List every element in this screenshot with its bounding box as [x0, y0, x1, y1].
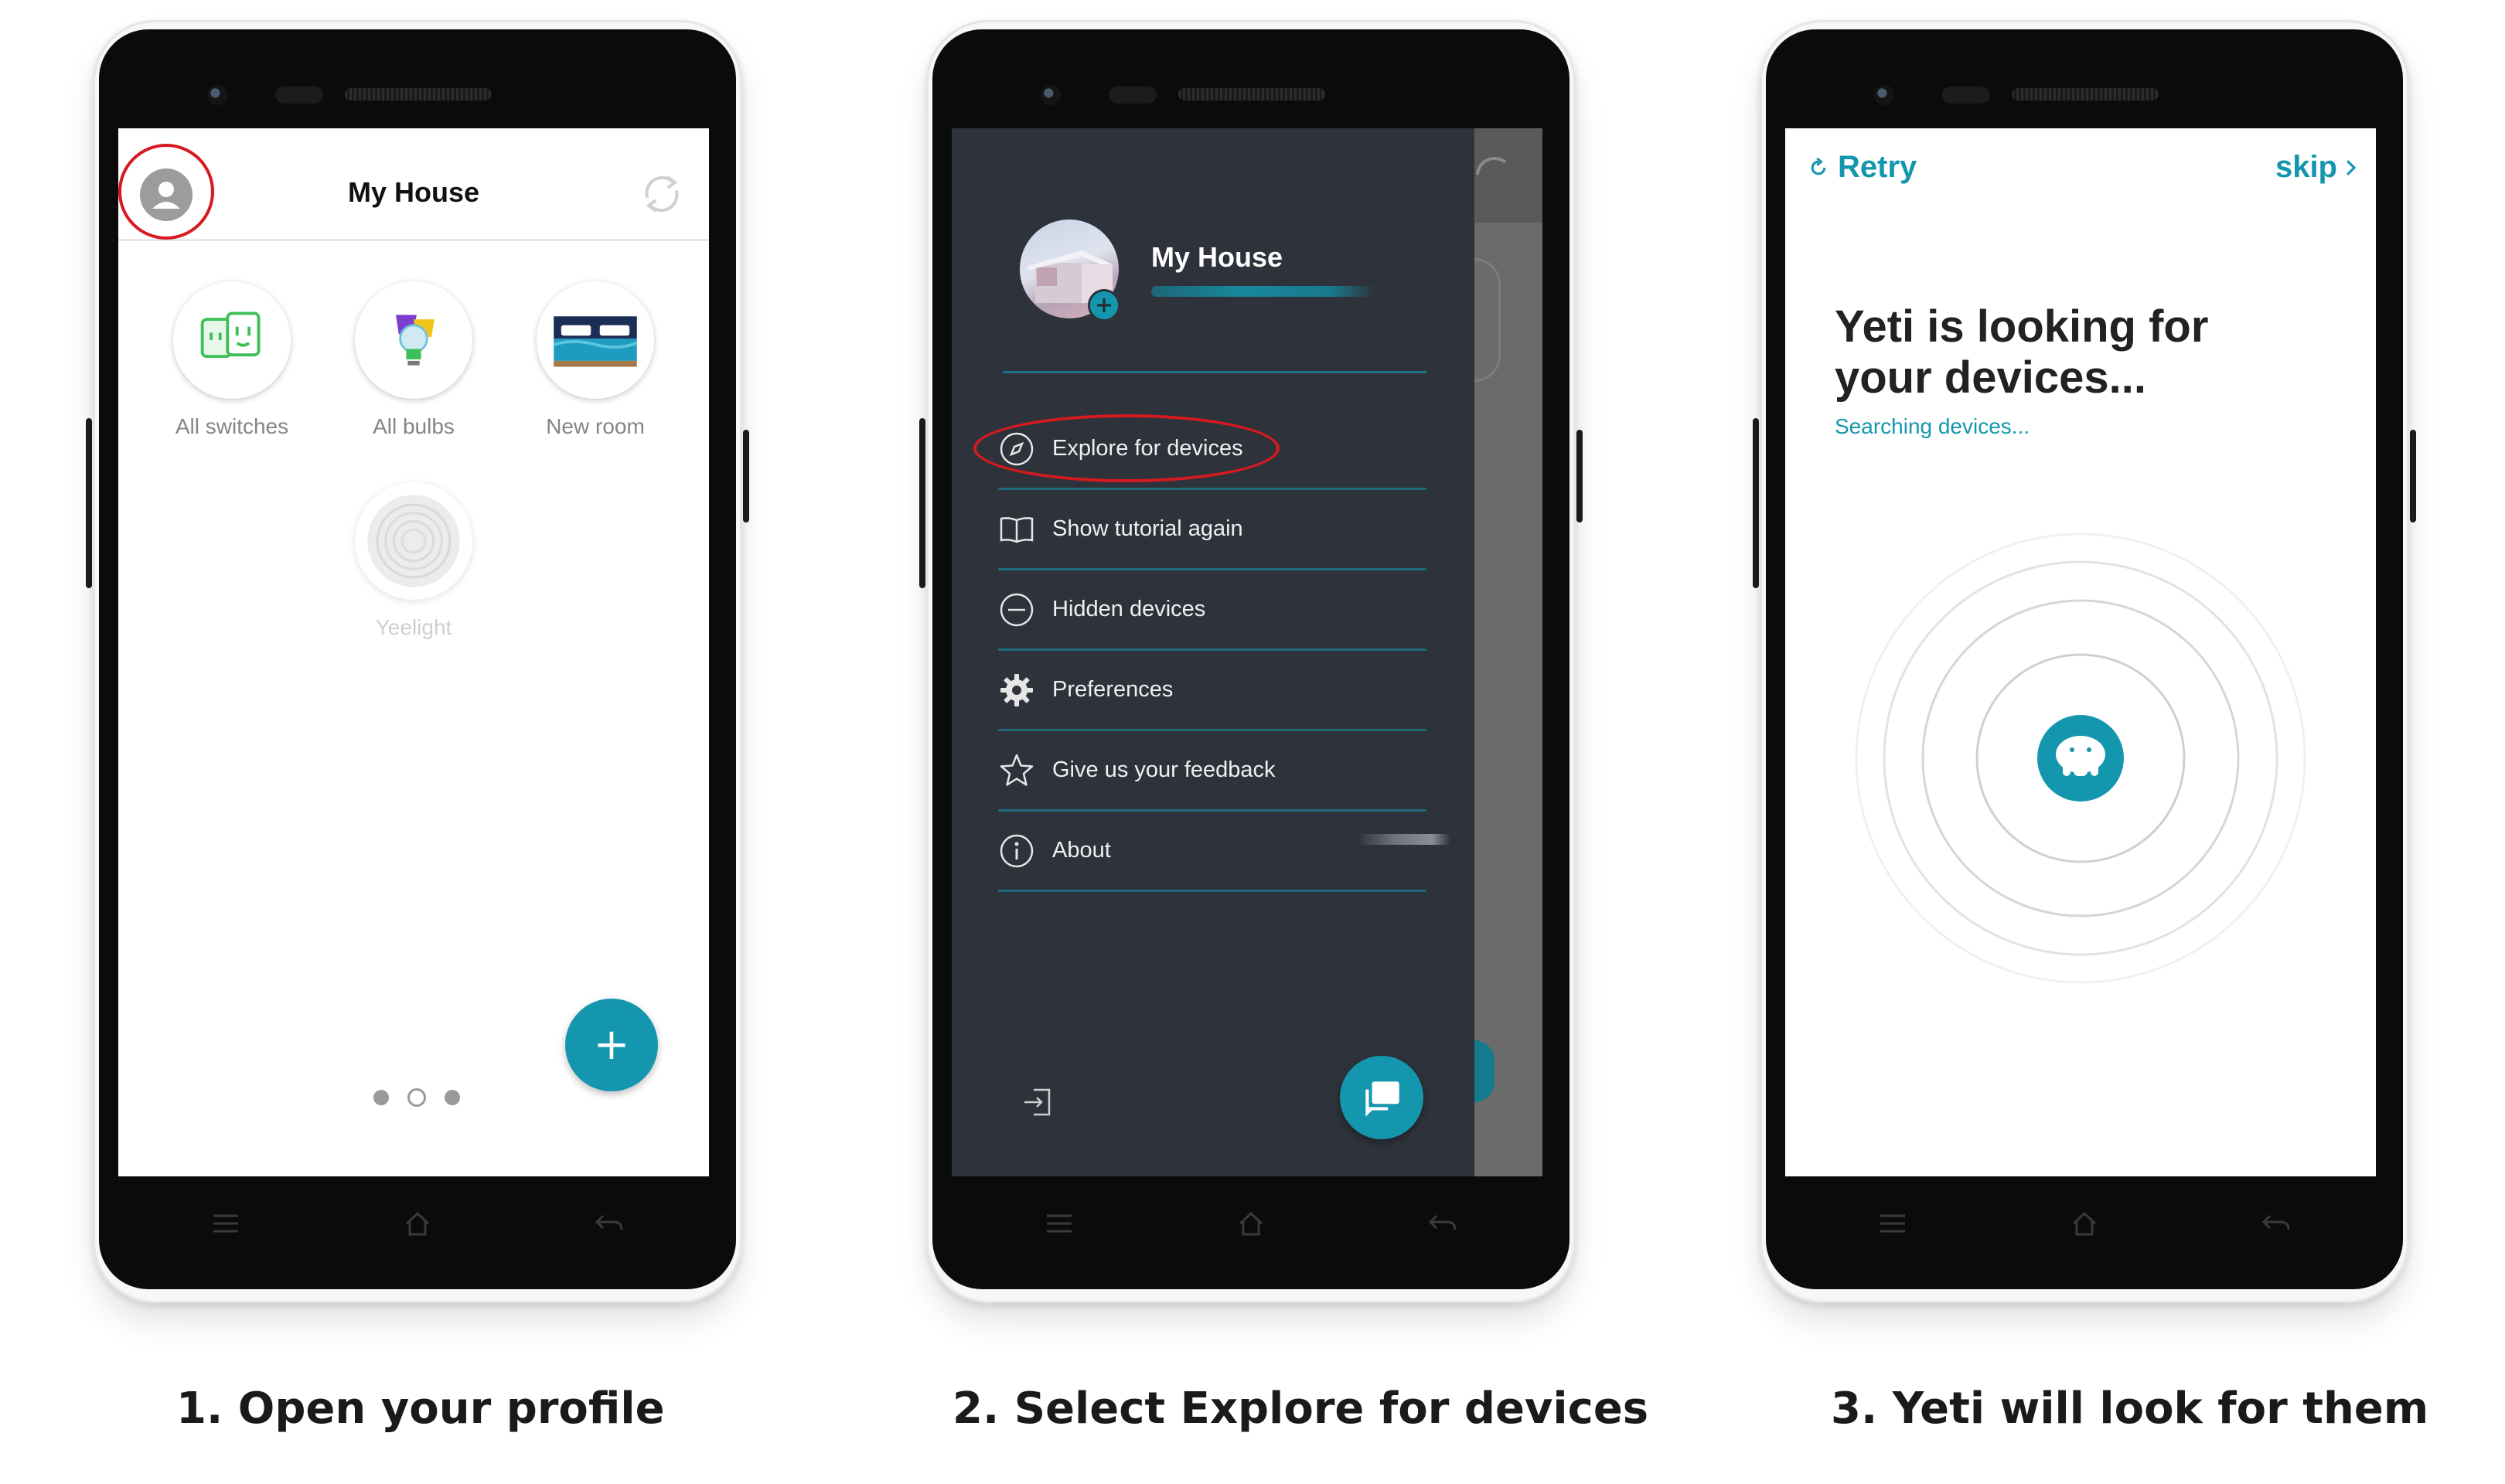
earpiece-speaker — [345, 88, 492, 100]
tile-yeelight[interactable]: Yeelight — [336, 482, 491, 640]
logout-icon[interactable] — [1020, 1084, 1057, 1121]
minus-circle-icon — [1000, 593, 1034, 626]
sync-icon — [1476, 156, 1507, 175]
skip-button[interactable]: skip — [2275, 150, 2357, 185]
tile-label: New room — [546, 414, 645, 438]
skip-label: skip — [2275, 150, 2337, 184]
bulb-icon — [395, 315, 435, 366]
searching-status: Searching devices... — [1835, 414, 2030, 438]
home-icon[interactable] — [400, 1210, 435, 1237]
caption-step-2: 2. Select Explore for devices — [953, 1384, 1649, 1434]
retry-button[interactable]: Retry — [1808, 150, 1917, 185]
switch-icon — [200, 311, 261, 359]
gear-icon — [1000, 673, 1033, 706]
front-camera — [207, 85, 227, 105]
menu-feedback[interactable]: Give us your feedback — [998, 731, 1426, 812]
menu-icon[interactable] — [1042, 1210, 1076, 1237]
plus-icon — [1097, 298, 1111, 312]
redacted-email — [1151, 286, 1375, 297]
menu-show-tutorial[interactable]: Show tutorial again — [998, 490, 1426, 570]
menu-about[interactable]: About — [998, 812, 1426, 892]
page-dot[interactable] — [445, 1090, 460, 1105]
divider — [1003, 371, 1426, 373]
add-fab-button[interactable]: + — [565, 999, 658, 1091]
caption-step-3: 3. Yeti will look for them — [1831, 1384, 2429, 1434]
book-icon — [1000, 516, 1034, 543]
screen-searching: Retry skip Yeti is looking for your devi… — [1785, 128, 2376, 1176]
menu-icon[interactable] — [209, 1210, 243, 1237]
menu-label: Preferences — [1052, 677, 1174, 702]
volume-button — [86, 418, 92, 588]
yeti-icon — [2056, 736, 2105, 776]
highlight-oval — [973, 414, 1280, 482]
volume-button — [1753, 418, 1759, 588]
front-camera — [1041, 85, 1061, 105]
menu-icon[interactable] — [1876, 1210, 1910, 1237]
back-icon[interactable] — [1426, 1210, 1460, 1237]
screen-profile-drawer: My House Explore for devices Show tutori… — [952, 128, 1542, 1176]
page-dot-active[interactable] — [407, 1088, 426, 1107]
retry-label: Retry — [1838, 150, 1917, 184]
app-header: My House — [118, 128, 709, 241]
navigation-drawer: My House Explore for devices Show tutori… — [952, 128, 1474, 1176]
page-title: My House — [347, 176, 480, 208]
phone-frame-3: Retry skip Yeti is looking for your devi… — [1753, 20, 2416, 1303]
sync-icon[interactable] — [636, 168, 687, 220]
radar-animation — [1855, 533, 2306, 984]
menu-hidden-devices[interactable]: Hidden devices — [998, 570, 1426, 651]
tile-all-bulbs[interactable]: All bulbs — [336, 281, 491, 439]
proximity-sensor — [1942, 87, 1990, 104]
tile-all-switches[interactable]: All switches — [155, 281, 309, 439]
home-icon[interactable] — [2067, 1210, 2101, 1237]
tile-new-room[interactable]: New room — [518, 281, 673, 439]
android-navbar — [1876, 1204, 2293, 1243]
info-icon — [1000, 834, 1034, 867]
bed-icon — [553, 316, 638, 367]
menu-label: Hidden devices — [1052, 597, 1206, 621]
refresh-icon — [1811, 157, 1826, 175]
menu-label: Show tutorial again — [1052, 516, 1243, 541]
home-icon[interactable] — [1234, 1210, 1268, 1237]
house-name: My House — [1151, 241, 1283, 273]
proximity-sensor — [275, 87, 323, 104]
caption-step-1: 1. Open your profile — [176, 1384, 665, 1434]
earpiece-speaker — [2012, 88, 2159, 100]
front-camera — [1874, 85, 1894, 105]
menu-label: Give us your feedback — [1052, 757, 1276, 782]
dimmed-background[interactable] — [1474, 128, 1542, 1176]
chevron-right-icon — [2347, 159, 2357, 175]
back-icon[interactable] — [2259, 1210, 2293, 1237]
screen-my-house: My House All switches All bulbs New room… — [118, 128, 709, 1176]
plus-icon: + — [593, 1019, 630, 1070]
redacted-version — [1358, 834, 1450, 845]
add-photo-button[interactable] — [1088, 289, 1120, 322]
power-button — [2410, 430, 2416, 522]
tile-label: All switches — [175, 414, 289, 438]
page-indicator — [373, 1088, 460, 1107]
android-navbar — [209, 1204, 626, 1243]
page-dot[interactable] — [373, 1090, 389, 1105]
back-icon[interactable] — [592, 1210, 626, 1237]
yeelight-icon — [367, 495, 460, 587]
tile-label: All bulbs — [373, 414, 455, 438]
power-button — [743, 430, 749, 522]
chat-fab-button[interactable] — [1340, 1056, 1423, 1139]
proximity-sensor — [1109, 87, 1157, 104]
chat-icon — [1365, 1081, 1399, 1117]
earpiece-speaker — [1178, 88, 1325, 100]
star-icon — [1000, 754, 1034, 786]
menu-label: About — [1052, 838, 1111, 863]
tile-label: Yeelight — [375, 615, 452, 639]
menu-preferences[interactable]: Preferences — [998, 651, 1426, 731]
phone-frame-2: My House Explore for devices Show tutori… — [919, 20, 1583, 1303]
android-navbar — [1042, 1204, 1460, 1243]
phone-frame-1: My House All switches All bulbs New room… — [86, 20, 749, 1303]
searching-heading: Yeti is looking for your devices... — [1835, 301, 2209, 403]
power-button — [1576, 430, 1583, 522]
volume-button — [919, 418, 925, 588]
